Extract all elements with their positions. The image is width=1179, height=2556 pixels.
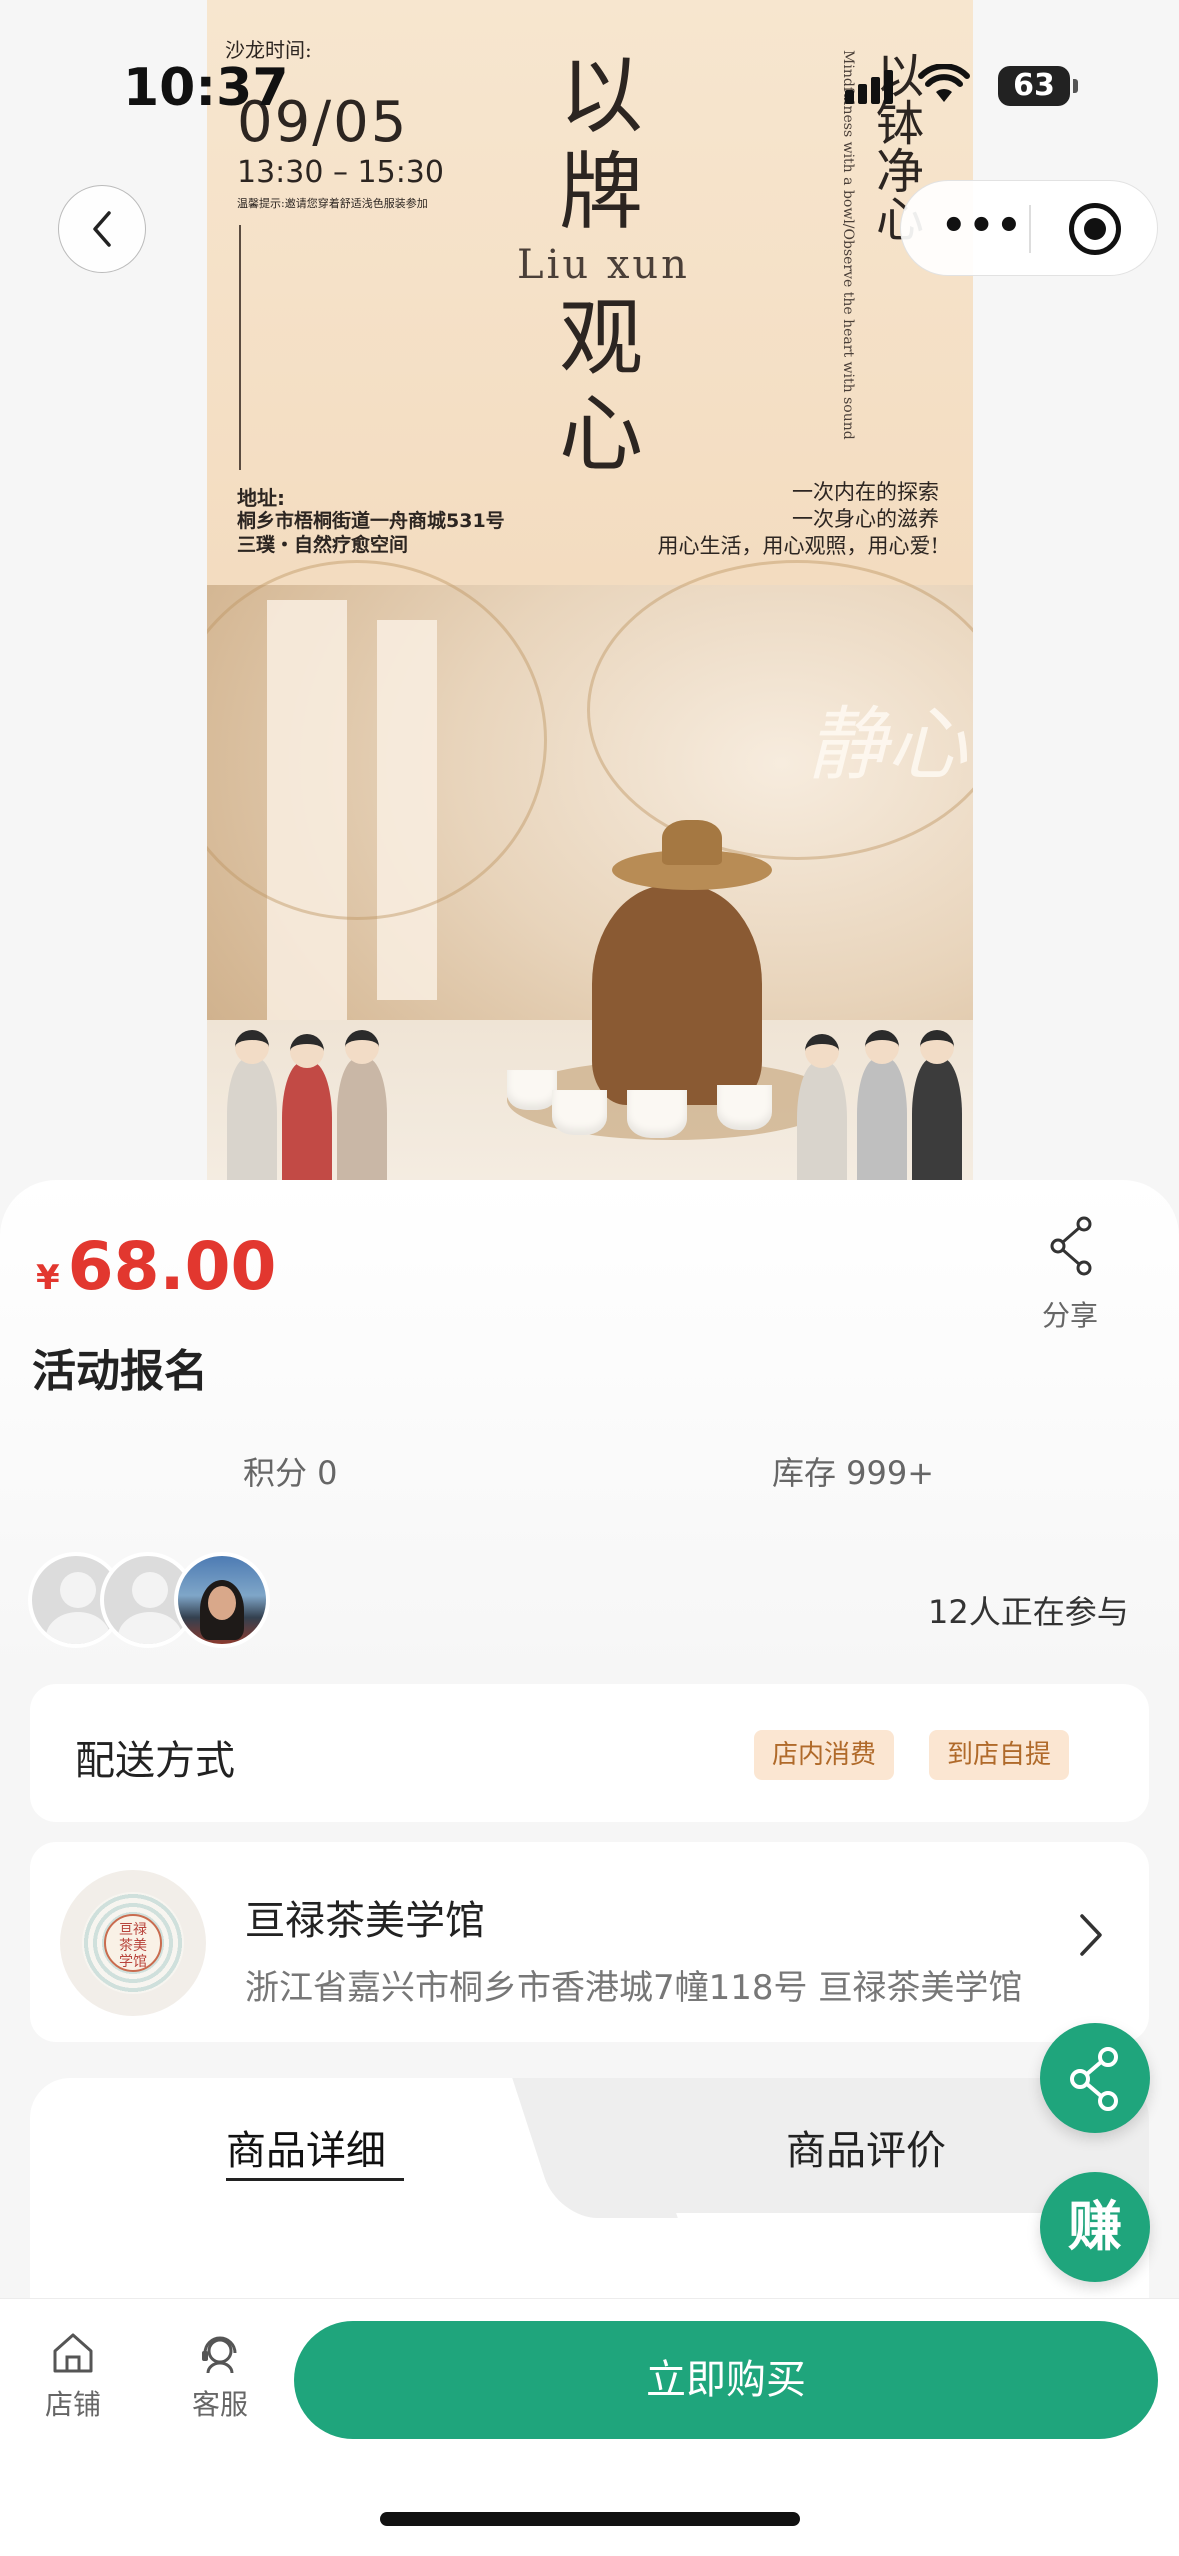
- poster-address-line2: 三璞・自然疗愈空间: [237, 534, 409, 556]
- poster-singing-bowl: [552, 1090, 607, 1135]
- target-icon[interactable]: [1069, 203, 1121, 255]
- poster-tip: 温馨提示:邀请您穿着舒适浅色服装参加: [237, 197, 428, 210]
- wifi-icon: [918, 64, 970, 102]
- capsule-divider: [1029, 205, 1031, 253]
- poster-time-range: 13:30 – 15:30: [237, 155, 444, 190]
- chevron-right-icon: [1080, 1914, 1102, 1956]
- product-poster-image[interactable]: 沙龙时间: 09/05 13:30 – 15:30 温馨提示:邀请您穿着舒适浅色…: [207, 0, 973, 1180]
- participants-count: 12人正在参与: [928, 1593, 1129, 1631]
- poster-calligraphy: 静心: [807, 698, 967, 791]
- poster-slogan-1: 一次内在的探索: [792, 480, 939, 504]
- product-title: 活动报名: [32, 1346, 208, 1397]
- cellular-signal-icon: [845, 70, 897, 104]
- buy-now-button[interactable]: 立即购买: [294, 2321, 1158, 2439]
- status-bar: 10:37 63: [0, 0, 1179, 150]
- poster-singing-bowl: [507, 1070, 557, 1110]
- tab-active-underline: [226, 2178, 404, 2181]
- poster-cartoon-figure: [282, 1034, 332, 1180]
- poster-cartoon-figure: [912, 1030, 962, 1180]
- store-card[interactable]: 亘禄 茶美 学馆 亘禄茶美学馆 浙江省嘉兴市桐乡市香港城7幢118号 亘禄茶美学馆: [30, 1842, 1149, 2042]
- more-dots-icon[interactable]: •••: [941, 206, 1024, 246]
- participant-avatars: [28, 1552, 288, 1648]
- share-fab-icon: [1070, 2047, 1118, 2111]
- nav-store-label: 店铺: [44, 2388, 101, 2421]
- poster-monk-figure: [592, 885, 762, 1105]
- back-arrow-icon: [93, 211, 111, 247]
- nav-store[interactable]: 店铺: [28, 2329, 118, 2423]
- poster-pinyin: Liu xun: [517, 242, 690, 288]
- nav-customer-service-label: 客服: [191, 2388, 248, 2421]
- delivery-label: 配送方式: [75, 1738, 235, 1784]
- home-indicator: [380, 2512, 800, 2526]
- poster-slogan-2: 一次身心的滋养: [792, 507, 939, 531]
- floating-share-button[interactable]: [1040, 2023, 1150, 2133]
- delivery-option-pickup[interactable]: 到店自提: [929, 1730, 1070, 1780]
- tab-product-reviews[interactable]: 商品评价: [786, 2118, 946, 2176]
- delivery-option-dine-in[interactable]: 店内消费: [754, 1730, 895, 1780]
- product-tabs: 商品详细 商品评价: [30, 2078, 1149, 2318]
- customer-service-icon: [202, 2336, 237, 2374]
- price-value: 68.00: [67, 1228, 277, 1305]
- store-logo-seal: 亘禄 茶美 学馆: [104, 1914, 162, 1972]
- status-time: 10:37: [123, 58, 289, 118]
- tab-product-detail[interactable]: 商品详细: [226, 2118, 386, 2176]
- poster-title-char-3: 观: [559, 289, 644, 387]
- home-icon: [53, 2333, 93, 2373]
- price: ¥68.00: [36, 1228, 276, 1305]
- mini-program-capsule: •••: [900, 180, 1158, 276]
- store-address: 浙江省嘉兴市桐乡市香港城7幢118号 亘禄茶美学馆: [245, 1968, 1023, 2008]
- share-icon[interactable]: [1040, 1212, 1104, 1282]
- battery-icon: 63: [998, 66, 1078, 106]
- poster-divider: [239, 225, 241, 470]
- poster-singing-bowl: [717, 1085, 772, 1130]
- poster-singing-bowl: [627, 1090, 687, 1138]
- poster-slogan-3: 用心生活，用心观照，用心爱!: [657, 534, 939, 558]
- poster-title-char-4: 心: [559, 385, 644, 483]
- store-logo: 亘禄 茶美 学馆: [60, 1870, 206, 2016]
- poster-straw-hat-top: [662, 820, 722, 865]
- store-name: 亘禄茶美学馆: [245, 1898, 485, 1944]
- poster-cartoon-figure: [337, 1030, 387, 1180]
- poster-cartoon-figure: [797, 1034, 847, 1180]
- share-label[interactable]: 分享: [1042, 1294, 1098, 1334]
- back-button[interactable]: [58, 185, 146, 273]
- poster-title-char-2: 牌: [559, 143, 644, 241]
- floating-earn-button[interactable]: 赚: [1040, 2172, 1150, 2282]
- nav-customer-service[interactable]: 客服: [175, 2329, 265, 2423]
- poster-cartoon-figure: [857, 1030, 907, 1180]
- delivery-card: 配送方式 店内消费 到店自提: [30, 1684, 1149, 1822]
- poster-cartoon-figure: [227, 1030, 277, 1180]
- points-info: 积分 0: [243, 1454, 338, 1492]
- poster-address-line1: 桐乡市梧桐街道一舟商城531号: [237, 510, 505, 532]
- price-currency: ¥: [36, 1258, 60, 1298]
- stock-info: 库存 999+: [772, 1454, 935, 1492]
- avatar: [174, 1552, 270, 1648]
